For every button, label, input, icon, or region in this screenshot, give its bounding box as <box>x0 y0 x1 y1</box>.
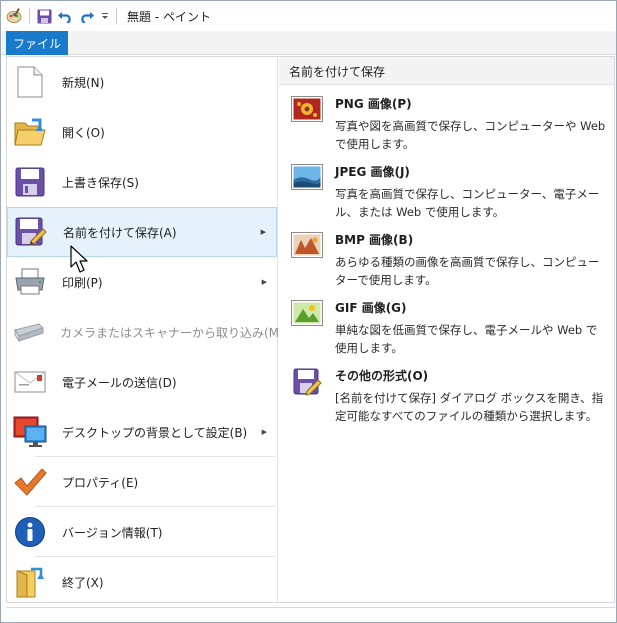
menu-item-camera-scanner[interactable]: カメラまたはスキャナーから取り込み(M) <box>7 307 284 357</box>
ribbon-tab-strip: ファイル <box>1 31 616 55</box>
checkmark-icon <box>13 465 47 499</box>
submenu-heading: 名前を付けて保存 <box>279 57 614 85</box>
redo-icon[interactable] <box>76 6 98 26</box>
file-menu: 新規(N) 開く(O) 上書き保存(S) 名前を付けて保存(A) ▶ 印刷(P)… <box>6 56 615 603</box>
info-icon <box>13 515 47 549</box>
save-as-jpeg[interactable]: JPEG 画像(J) 写真を高画質で保存し、コンピューター、電子メール、または … <box>287 163 609 223</box>
save-as-submenu: 名前を付けて保存 PNG 画像(P) 写真や図を高画質で保存し、コンピューターや… <box>279 57 614 602</box>
menu-item-exit[interactable]: 終了(X) <box>7 557 277 607</box>
window-title: 無題 - ペイント <box>127 9 211 24</box>
menu-item-print[interactable]: 印刷(P) ▶ <box>7 257 277 307</box>
menu-item-save[interactable]: 上書き保存(S) <box>7 157 277 207</box>
menu-item-open[interactable]: 開く(O) <box>7 107 277 157</box>
option-description: 単純な図を低画質で保存し、電子メールや Web で使用します。 <box>335 323 598 355</box>
menu-item-label: デスクトップの背景として設定(B) <box>62 425 248 440</box>
option-title: PNG 画像(P) <box>335 97 412 111</box>
gif-image-icon <box>291 300 323 328</box>
save-as-gif[interactable]: GIF 画像(G) 単純な図を低画質で保存し、電子メールや Web で使用します… <box>287 299 609 359</box>
option-description: 写真を高画質で保存し、コンピューター、電子メール、または Web で使用します。 <box>335 187 600 219</box>
menu-item-label: 開く(O) <box>62 125 105 140</box>
save-as-other-formats[interactable]: その他の形式(O) [名前を付けて保存] ダイアログ ボックスを開き、指定可能な… <box>287 367 609 427</box>
file-tab[interactable]: ファイル <box>6 31 68 55</box>
submenu-arrow-icon: ▶ <box>260 228 266 236</box>
save-as-icon <box>14 215 48 249</box>
menu-item-label: 終了(X) <box>62 575 104 590</box>
jpeg-image-icon <box>291 164 323 192</box>
scanner-icon <box>13 315 45 349</box>
menu-item-send-email[interactable]: 電子メールの送信(D) <box>7 357 277 407</box>
menu-item-label: バージョン情報(T) <box>62 525 163 540</box>
png-image-icon <box>291 96 323 124</box>
menu-item-new[interactable]: 新規(N) <box>7 57 277 107</box>
save-as-icon <box>291 368 323 396</box>
customize-qat-icon[interactable] <box>98 6 112 26</box>
title-bar: 無題 - ペイント <box>1 1 616 31</box>
menu-item-label: 上書き保存(S) <box>62 175 139 190</box>
menu-item-save-as[interactable]: 名前を付けて保存(A) ▶ <box>7 207 277 257</box>
save-icon <box>13 165 47 199</box>
option-title: JPEG 画像(J) <box>335 165 410 179</box>
new-document-icon <box>13 65 47 99</box>
file-menu-commands: 新規(N) 開く(O) 上書き保存(S) 名前を付けて保存(A) ▶ 印刷(P)… <box>7 57 284 602</box>
paint-app-icon[interactable] <box>5 6 25 26</box>
submenu-arrow-icon: ▶ <box>261 278 267 286</box>
menu-item-label: プロパティ(E) <box>62 475 139 490</box>
email-icon <box>13 365 47 399</box>
qat-separator <box>29 8 30 24</box>
bmp-image-icon <box>291 232 323 260</box>
save-as-bmp[interactable]: BMP 画像(B) あらゆる種類の画像を高画質で保存し、コンピューターで使用しま… <box>287 231 609 291</box>
submenu-arrow-icon: ▶ <box>261 428 267 436</box>
option-description: [名前を付けて保存] ダイアログ ボックスを開き、指定可能なすべてのファイルの種… <box>335 391 604 423</box>
status-bar-edge <box>6 607 615 608</box>
undo-icon[interactable] <box>54 6 76 26</box>
save-icon[interactable] <box>34 6 54 26</box>
option-title: BMP 画像(B) <box>335 233 414 247</box>
open-folder-icon <box>13 115 47 149</box>
option-title: その他の形式(O) <box>335 369 429 383</box>
option-title: GIF 画像(G) <box>335 301 407 315</box>
mouse-cursor-icon <box>70 245 88 273</box>
menu-item-about[interactable]: バージョン情報(T) <box>7 507 277 557</box>
menu-item-label: 名前を付けて保存(A) <box>63 225 177 240</box>
option-description: あらゆる種類の画像を高画質で保存し、コンピューターで使用します。 <box>335 255 600 287</box>
menu-item-label: カメラまたはスキャナーから取り込み(M) <box>60 325 284 340</box>
menu-item-set-desktop-background[interactable]: デスクトップの背景として設定(B) ▶ <box>7 407 277 457</box>
menu-item-label: 電子メールの送信(D) <box>62 375 177 390</box>
menu-item-label: 印刷(P) <box>62 275 103 290</box>
exit-icon <box>13 565 47 599</box>
title-separator <box>116 8 117 24</box>
menu-item-properties[interactable]: プロパティ(E) <box>7 457 277 507</box>
printer-icon <box>13 265 47 299</box>
paint-window: 無題 - ペイント ファイル 新規(N) 開く(O) 上書き保存(S) 名前を付… <box>0 0 617 623</box>
menu-item-label: 新規(N) <box>62 75 105 90</box>
save-as-png[interactable]: PNG 画像(P) 写真や図を高画質で保存し、コンピューターや Web で使用し… <box>287 95 609 155</box>
option-description: 写真や図を高画質で保存し、コンピューターや Web で使用します。 <box>335 119 606 151</box>
desktop-background-icon <box>13 415 47 449</box>
